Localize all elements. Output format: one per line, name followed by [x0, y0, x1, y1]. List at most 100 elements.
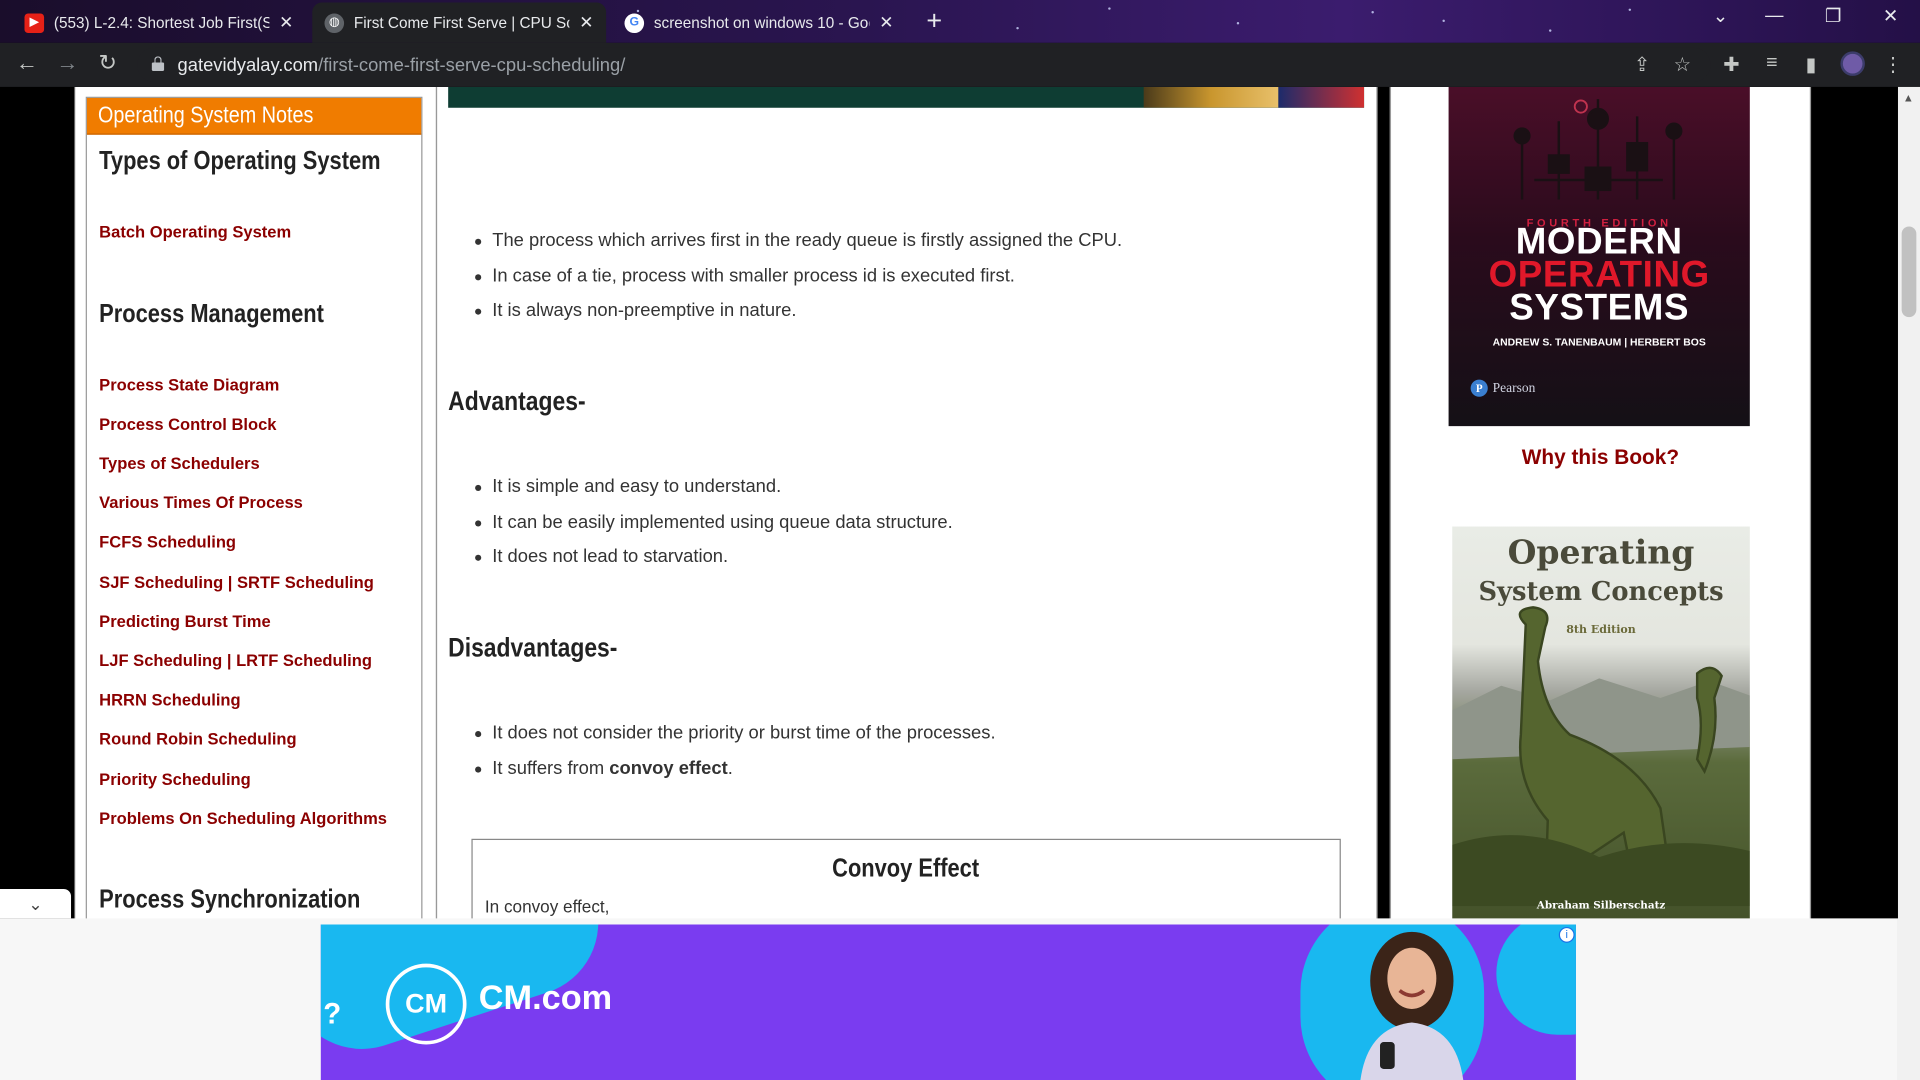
close-icon[interactable]: ✕ [579, 12, 593, 33]
list-item: It does not consider the priority or bur… [475, 721, 996, 756]
intro-list: The process which arrives first in the r… [475, 229, 1122, 334]
section-title[interactable]: Process Management [99, 300, 324, 329]
disadvantages-heading: Disadvantages- [448, 632, 647, 664]
why-this-book-link[interactable]: Why this Book? [1390, 446, 1811, 470]
restore-icon[interactable]: ❐ [1815, 5, 1852, 27]
collapse-ad-chevron-icon[interactable]: ⌄ [0, 888, 72, 919]
globe-icon: ◍ [324, 12, 345, 33]
link-priority-scheduling[interactable]: Priority Scheduling [99, 770, 251, 788]
section-title[interactable]: Types of Operating System [99, 147, 380, 176]
link-batch-os[interactable]: Batch Operating System [99, 223, 291, 241]
convoy-box-title: Convoy Effect [473, 855, 1340, 884]
book-cover-os-concepts[interactable]: Operating System Concepts 8th Edition Ab… [1452, 526, 1750, 920]
cm-logo: CM [385, 963, 467, 1045]
text-suffix: . [727, 757, 733, 779]
book-title-line: SYSTEMS [1509, 287, 1690, 329]
bg-star [1371, 11, 1374, 14]
link-hrrn[interactable]: HRRN Scheduling [99, 691, 240, 709]
ad-question-mark: ? [323, 997, 342, 1032]
publisher-name: Pearson [1492, 380, 1536, 396]
publisher-logo: P Pearson [1470, 379, 1536, 397]
sidebar-heading: Operating System Notes [86, 97, 422, 135]
os-notes-box: Operating System Notes Types of Operatin… [85, 96, 423, 930]
page-scrollbar[interactable]: ▲ [1897, 86, 1920, 1080]
reload-icon[interactable]: ↻ [92, 50, 124, 76]
browser-toolbar: ← → ↻ gatevidyalay.com/first-come-first-… [0, 42, 1920, 87]
section-title[interactable]: Process Synchronization [99, 885, 360, 914]
bg-star [1548, 29, 1552, 32]
list-item: The process which arrives first in the r… [475, 229, 1122, 264]
list-item: In case of a tie, process with smaller p… [475, 264, 1122, 299]
cm-advertisement[interactable]: ? CM CM.com [320, 924, 1576, 1080]
bg-star [1236, 22, 1240, 25]
profile-avatar[interactable] [1840, 51, 1865, 76]
section-process-management[interactable]: Process Management [99, 300, 363, 329]
new-tab-button[interactable]: + [918, 7, 950, 36]
tab-fcfs[interactable]: ◍ First Come First Serve | CPU Sche ✕ [312, 2, 606, 43]
bold-term: convoy effect [609, 757, 728, 779]
tab-title: screenshot on windows 10 - Goo [653, 14, 870, 32]
minimize-icon[interactable]: — [1756, 5, 1793, 26]
book-authors: ANDREW S. TANENBAUM | HERBERT BOS [1492, 335, 1706, 348]
advantages-list: It is simple and easy to understand. It … [475, 475, 953, 580]
scroll-up-icon[interactable]: ▲ [1903, 92, 1914, 104]
url-text[interactable]: gatevidyalay.com/first-come-first-serve-… [178, 55, 626, 76]
bg-star [1628, 8, 1632, 12]
lock-icon[interactable] [151, 56, 165, 72]
dinosaur-illustration [1452, 606, 1750, 907]
tab-title: First Come First Serve | CPU Sche [353, 14, 570, 32]
link-fcfs-scheduling[interactable]: FCFS Scheduling [99, 533, 236, 551]
url-path: /first-come-first-serve-cpu-scheduling/ [318, 55, 626, 76]
extensions-icon[interactable]: ✚ [1718, 53, 1745, 77]
back-icon[interactable]: ← [11, 50, 43, 76]
url-host: gatevidyalay.com [177, 55, 319, 76]
link-sjf-srtf[interactable]: SJF Scheduling | SRTF Scheduling [99, 573, 374, 591]
ad-brand-name: CM.com [478, 978, 613, 1017]
scrollbar-thumb[interactable] [1901, 226, 1917, 318]
tab-google[interactable]: G screenshot on windows 10 - Goo ✕ [612, 2, 906, 42]
link-process-state-diagram[interactable]: Process State Diagram [99, 376, 279, 394]
menu-icon[interactable]: ⋮ [1880, 53, 1907, 77]
book-cover-modern-os[interactable]: FOURTH EDITION MODERN OPERATING SYSTEMS … [1448, 86, 1750, 427]
link-types-of-schedulers[interactable]: Types of Schedulers [99, 454, 259, 472]
link-various-times[interactable]: Various Times Of Process [99, 493, 303, 511]
tab-strip: ▶ (553) L-2.4: Shortest Job First(SJF ✕ … [0, 0, 1920, 43]
link-ljf-lrtf[interactable]: LJF Scheduling | LRTF Scheduling [99, 651, 372, 669]
google-icon: G [624, 12, 645, 33]
close-icon[interactable]: ✕ [879, 12, 893, 33]
ad-person-photo [1360, 931, 1464, 1080]
article-hero-image [448, 86, 1365, 108]
convoy-title-text: Convoy Effect [832, 854, 980, 883]
book-title-line: Operating [1507, 533, 1695, 572]
bg-star [1108, 7, 1111, 10]
heading-text: Disadvantages- [448, 631, 618, 663]
disadvantages-list: It does not consider the priority or bur… [475, 721, 996, 791]
ad-info-icon[interactable]: i [1558, 926, 1575, 943]
link-process-control-block[interactable]: Process Control Block [99, 415, 276, 433]
book-authors: Abraham Silberschatz [1536, 900, 1666, 913]
link-round-robin[interactable]: Round Robin Scheduling [99, 730, 296, 748]
pearson-icon: P [1470, 379, 1488, 397]
tab-youtube[interactable]: ▶ (553) L-2.4: Shortest Job First(SJF ✕ [12, 2, 306, 42]
section-types-of-os[interactable]: Types of Operating System [99, 147, 430, 176]
list-item: It is always non-preemptive in nature. [475, 299, 1122, 334]
side-panel-icon[interactable]: ▮ [1798, 53, 1825, 77]
forward-icon[interactable]: → [51, 50, 83, 76]
link-predicting-burst-time[interactable]: Predicting Burst Time [99, 612, 270, 630]
section-process-synchronization[interactable]: Process Synchronization [99, 885, 406, 914]
tab-search-icon[interactable]: ⌄ [1702, 5, 1739, 27]
bookmark-star-icon[interactable]: ☆ [1669, 53, 1696, 77]
address-bar[interactable]: gatevidyalay.com/first-come-first-serve-… [137, 47, 1711, 83]
list-item: It does not lead to starvation. [475, 545, 952, 580]
heading-text: Advantages- [448, 385, 586, 417]
book-cover-art [1513, 99, 1683, 200]
media-queue-icon[interactable]: ≡ [1758, 53, 1785, 75]
youtube-icon: ▶ [24, 12, 45, 33]
close-icon[interactable]: ✕ [279, 12, 293, 33]
link-problems-scheduling[interactable]: Problems On Scheduling Algorithms [99, 809, 387, 827]
share-icon[interactable]: ⇪ [1629, 53, 1656, 77]
convoy-box-text: In convoy effect, [484, 896, 610, 916]
close-window-icon[interactable]: ✕ [1872, 5, 1909, 27]
list-item: It is simple and easy to understand. [475, 475, 952, 510]
tab-title: (553) L-2.4: Shortest Job First(SJF [53, 14, 270, 32]
